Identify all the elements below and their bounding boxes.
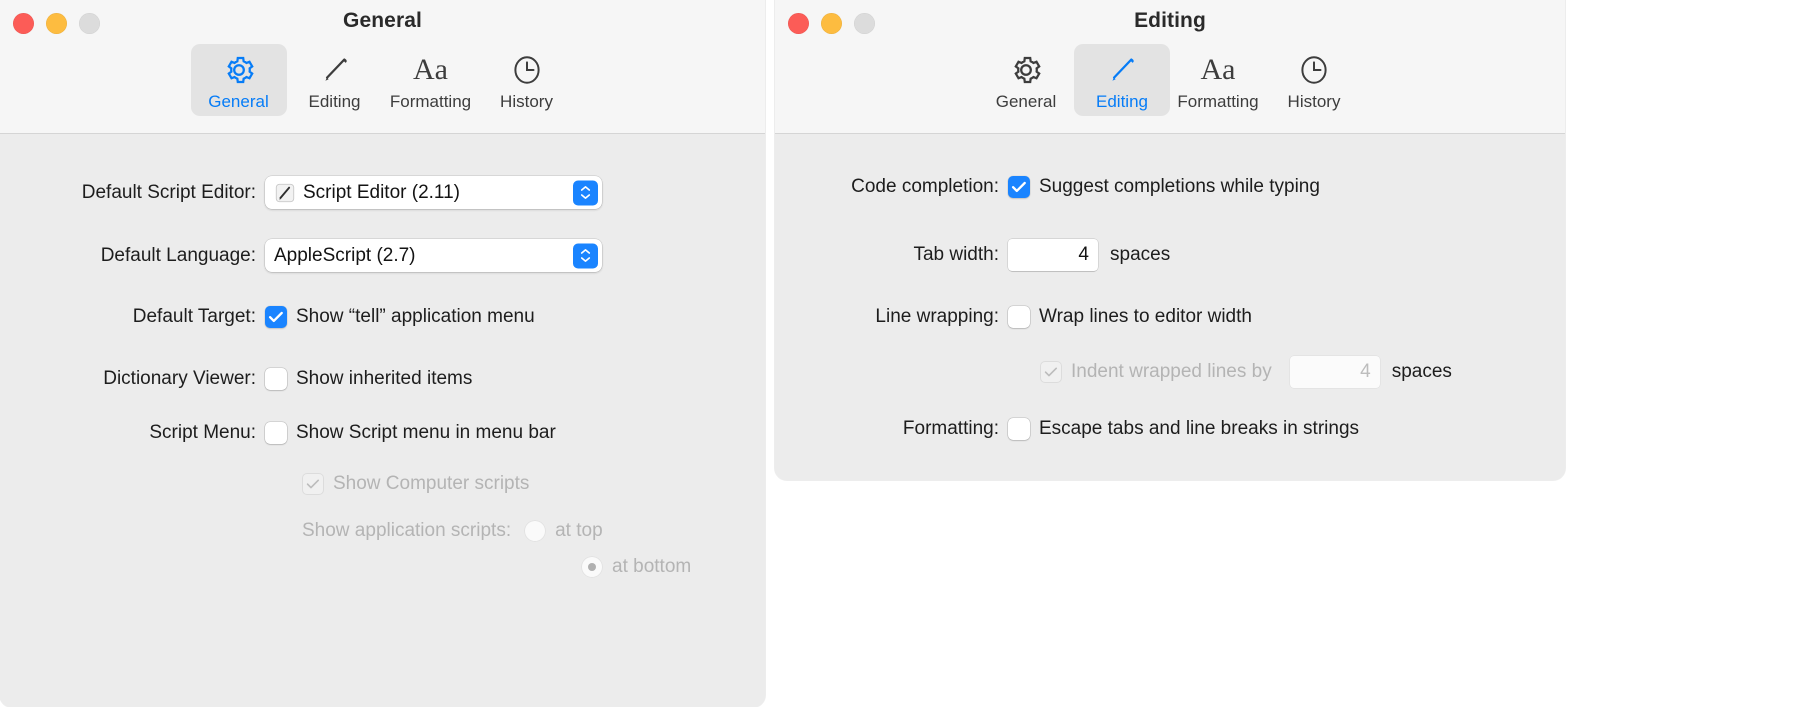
application-scripts-at-bottom-label: at bottom (612, 556, 692, 577)
application-scripts-at-top-label: at top (555, 520, 603, 541)
application-scripts-radio-at-bottom (581, 556, 603, 578)
tab-general-label: General (995, 92, 1057, 111)
gear-icon (1008, 51, 1044, 89)
default-script-editor-value: Script Editor (2.11) (303, 182, 460, 203)
code-completion-checkbox[interactable] (1008, 176, 1030, 198)
row-default-script-editor: Default Script Editor: Script Editor (2.… (0, 176, 733, 209)
script-menu-label: Script Menu: (149, 422, 256, 443)
row-show-application-scripts-bottom: at bottom (581, 556, 691, 578)
row-indent-wrapped-lines: Indent wrapped lines by 4 spaces (1040, 356, 1452, 388)
editing-window-title: Editing (1134, 9, 1206, 32)
default-language-value: AppleScript (2.7) (274, 245, 416, 266)
tab-editing[interactable]: Editing (287, 44, 383, 116)
general-window-titlebar: General General Editing Aa Formatting Hi… (0, 0, 765, 134)
script-menu-checkbox-label: Show Script menu in menu bar (296, 422, 556, 443)
tab-history[interactable]: History (1266, 44, 1362, 116)
pencil-icon (318, 51, 352, 89)
general-window-title: General (343, 9, 422, 32)
default-script-editor-label: Default Script Editor: (81, 181, 256, 203)
tab-formatting[interactable]: Aa Formatting (383, 44, 479, 116)
row-line-wrapping: Line wrapping: Wrap lines to editor widt… (775, 306, 1565, 328)
row-show-application-scripts-top: Show application scripts: at top (302, 520, 603, 542)
general-toolbar: General Editing Aa Formatting History (0, 44, 765, 116)
line-wrapping-label: Line wrapping: (875, 306, 999, 327)
show-computer-scripts-checkbox (302, 473, 324, 495)
indent-wrapped-lines-input: 4 (1289, 356, 1380, 388)
tab-width-input[interactable]: 4 (1008, 239, 1098, 271)
default-script-editor-stepper-icon[interactable] (573, 180, 598, 205)
tab-width-value: 4 (1078, 244, 1089, 265)
script-menu-checkbox[interactable] (265, 422, 287, 444)
editing-window-titlebar: Editing General Editing Aa Formatting Hi… (775, 0, 1565, 134)
indent-wrapped-lines-value: 4 (1360, 361, 1371, 382)
tab-history-label: History (500, 92, 553, 111)
tab-general[interactable]: General (190, 44, 287, 116)
default-language-popup[interactable]: AppleScript (2.7) (265, 239, 602, 272)
show-application-scripts-label: Show application scripts: (302, 520, 512, 541)
default-target-checkbox-label: Show “tell” application menu (296, 306, 535, 327)
clock-icon (510, 51, 544, 89)
script-editor-app-icon (274, 182, 296, 204)
tab-general-label: General (208, 92, 269, 111)
default-script-editor-popup[interactable]: Script Editor (2.11) (265, 176, 602, 209)
indent-wrapped-lines-unit-label: spaces (1391, 361, 1452, 382)
row-tab-width: Tab width: 4 spaces (775, 239, 1565, 271)
tab-width-label: Tab width: (913, 244, 999, 265)
formatting-label: Formatting: (902, 418, 999, 439)
tab-general[interactable]: General (978, 44, 1074, 116)
row-formatting: Formatting: Escape tabs and line breaks … (775, 418, 1565, 440)
pencil-icon (1105, 51, 1139, 89)
editing-preferences-window: Editing General Editing Aa Formatting Hi… (775, 0, 1565, 480)
tab-history-label: History (1287, 92, 1341, 111)
tab-editing-label: Editing (308, 92, 361, 111)
screenshot-stage: General General Editing Aa Formatting Hi… (0, 0, 1800, 707)
line-wrapping-checkbox[interactable] (1008, 306, 1030, 328)
default-language-stepper-icon[interactable] (573, 243, 598, 268)
indent-wrapped-lines-checkbox (1040, 361, 1062, 383)
tab-formatting-label: Formatting (1177, 92, 1259, 111)
formatting-checkbox[interactable] (1008, 418, 1030, 440)
default-target-checkbox[interactable] (265, 306, 287, 328)
editing-toolbar: General Editing Aa Formatting History (775, 44, 1565, 116)
show-computer-scripts-label: Show Computer scripts (333, 473, 530, 494)
tab-editing[interactable]: Editing (1074, 44, 1170, 116)
row-default-language: Default Language: AppleScript (2.7) (0, 239, 733, 272)
tab-history[interactable]: History (479, 44, 575, 116)
font-aa-icon: Aa (413, 53, 448, 86)
clock-icon (1297, 51, 1331, 89)
formatting-checkbox-label: Escape tabs and line breaks in strings (1039, 418, 1360, 439)
indent-wrapped-lines-label: Indent wrapped lines by (1071, 361, 1272, 382)
dictionary-viewer-checkbox-label: Show inherited items (296, 368, 473, 389)
row-default-target: Default Target: Show “tell” application … (0, 306, 733, 328)
tab-width-unit-label: spaces (1110, 244, 1171, 265)
dictionary-viewer-label: Dictionary Viewer: (103, 368, 256, 389)
code-completion-checkbox-label: Suggest completions while typing (1039, 176, 1320, 197)
tab-editing-label: Editing (1096, 92, 1148, 111)
tab-formatting-label: Formatting (389, 92, 472, 111)
code-completion-label: Code completion: (851, 176, 999, 197)
default-target-label: Default Target: (132, 306, 256, 327)
default-language-label: Default Language: (100, 244, 256, 266)
dictionary-viewer-checkbox[interactable] (265, 368, 287, 390)
line-wrapping-checkbox-label: Wrap lines to editor width (1039, 306, 1252, 327)
row-script-menu: Script Menu: Show Script menu in menu ba… (0, 422, 733, 444)
row-dictionary-viewer: Dictionary Viewer: Show inherited items (0, 368, 733, 390)
row-code-completion: Code completion: Suggest completions whi… (775, 176, 1565, 198)
row-show-computer-scripts: Show Computer scripts (302, 473, 529, 495)
general-preferences-window: General General Editing Aa Formatting Hi… (0, 0, 765, 707)
gear-icon (221, 51, 257, 89)
font-aa-icon: Aa (1200, 53, 1236, 86)
tab-formatting[interactable]: Aa Formatting (1170, 44, 1266, 116)
application-scripts-radio-at-top (524, 520, 547, 542)
